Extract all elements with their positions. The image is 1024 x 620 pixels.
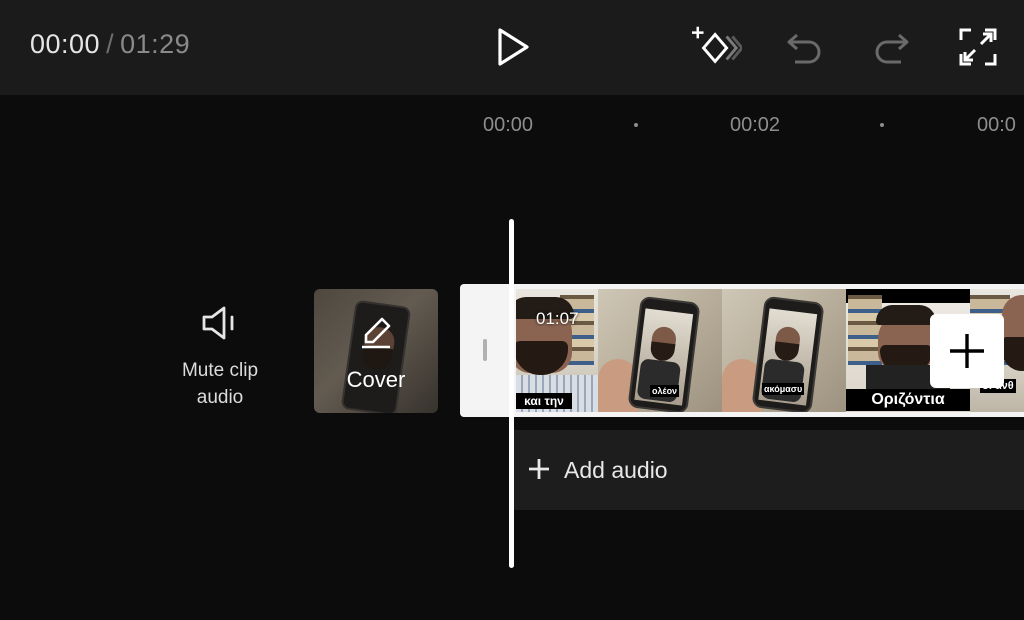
ruler-label: 00:00 bbox=[483, 114, 534, 136]
add-audio-button[interactable]: Add audio bbox=[514, 430, 1024, 510]
mute-clip-audio-button[interactable]: Mute clip audio bbox=[160, 305, 280, 411]
bookshelf bbox=[848, 295, 882, 365]
total-time: 01:29 bbox=[120, 29, 191, 59]
edit-pencil-icon bbox=[362, 317, 391, 349]
clip-frame: ακόμασυ bbox=[722, 289, 846, 412]
mute-label-line1: Mute clip bbox=[181, 360, 259, 381]
clip-frame: ολέον bbox=[598, 289, 722, 412]
clip-frame: και την 01:07 bbox=[516, 289, 598, 412]
keyframe-button[interactable] bbox=[692, 22, 742, 72]
play-icon bbox=[498, 28, 529, 66]
current-time: 00:00 bbox=[30, 29, 101, 59]
undo-icon bbox=[787, 33, 821, 64]
add-clip-button[interactable] bbox=[930, 314, 1004, 388]
cover-label: Cover bbox=[346, 367, 406, 392]
clip-duration: 01:07 bbox=[536, 309, 579, 328]
add-audio-label: Add audio bbox=[564, 457, 668, 483]
clip-trim-handle-left[interactable] bbox=[460, 284, 512, 417]
frame-caption: και την bbox=[516, 393, 572, 409]
fullscreen-icon bbox=[959, 28, 997, 66]
frame-caption: ακόμασυ bbox=[762, 383, 805, 395]
ruler-label: 00:02 bbox=[730, 114, 781, 136]
playhead[interactable] bbox=[509, 219, 514, 568]
fullscreen-button[interactable] bbox=[953, 22, 1003, 72]
play-button[interactable] bbox=[488, 22, 538, 72]
ruler-tick bbox=[880, 123, 884, 127]
time-separator: / bbox=[106, 29, 115, 59]
plus-icon bbox=[529, 459, 549, 479]
trim-grip bbox=[483, 339, 487, 361]
keyframe-add-icon bbox=[692, 26, 742, 64]
person-beard bbox=[1002, 337, 1024, 371]
undo-button[interactable] bbox=[780, 22, 830, 72]
plus-icon bbox=[950, 334, 984, 368]
ruler-tick bbox=[634, 123, 638, 127]
top-toolbar: 00:00/01:29 bbox=[0, 0, 1024, 95]
redo-button[interactable] bbox=[866, 22, 916, 72]
ruler-label: 00:0 bbox=[977, 114, 1016, 136]
speaker-icon bbox=[202, 306, 234, 340]
frame-caption: Οριζόντια bbox=[846, 389, 970, 411]
phone-chair bbox=[760, 358, 806, 403]
frame-caption: ολέον bbox=[650, 385, 680, 397]
person-hair bbox=[876, 305, 936, 325]
cover-button[interactable]: Cover bbox=[314, 289, 438, 413]
mute-label-line2: audio bbox=[196, 387, 244, 408]
redo-icon bbox=[875, 33, 909, 64]
cover-overlay bbox=[314, 289, 438, 413]
timecode: 00:00/01:29 bbox=[30, 29, 190, 60]
